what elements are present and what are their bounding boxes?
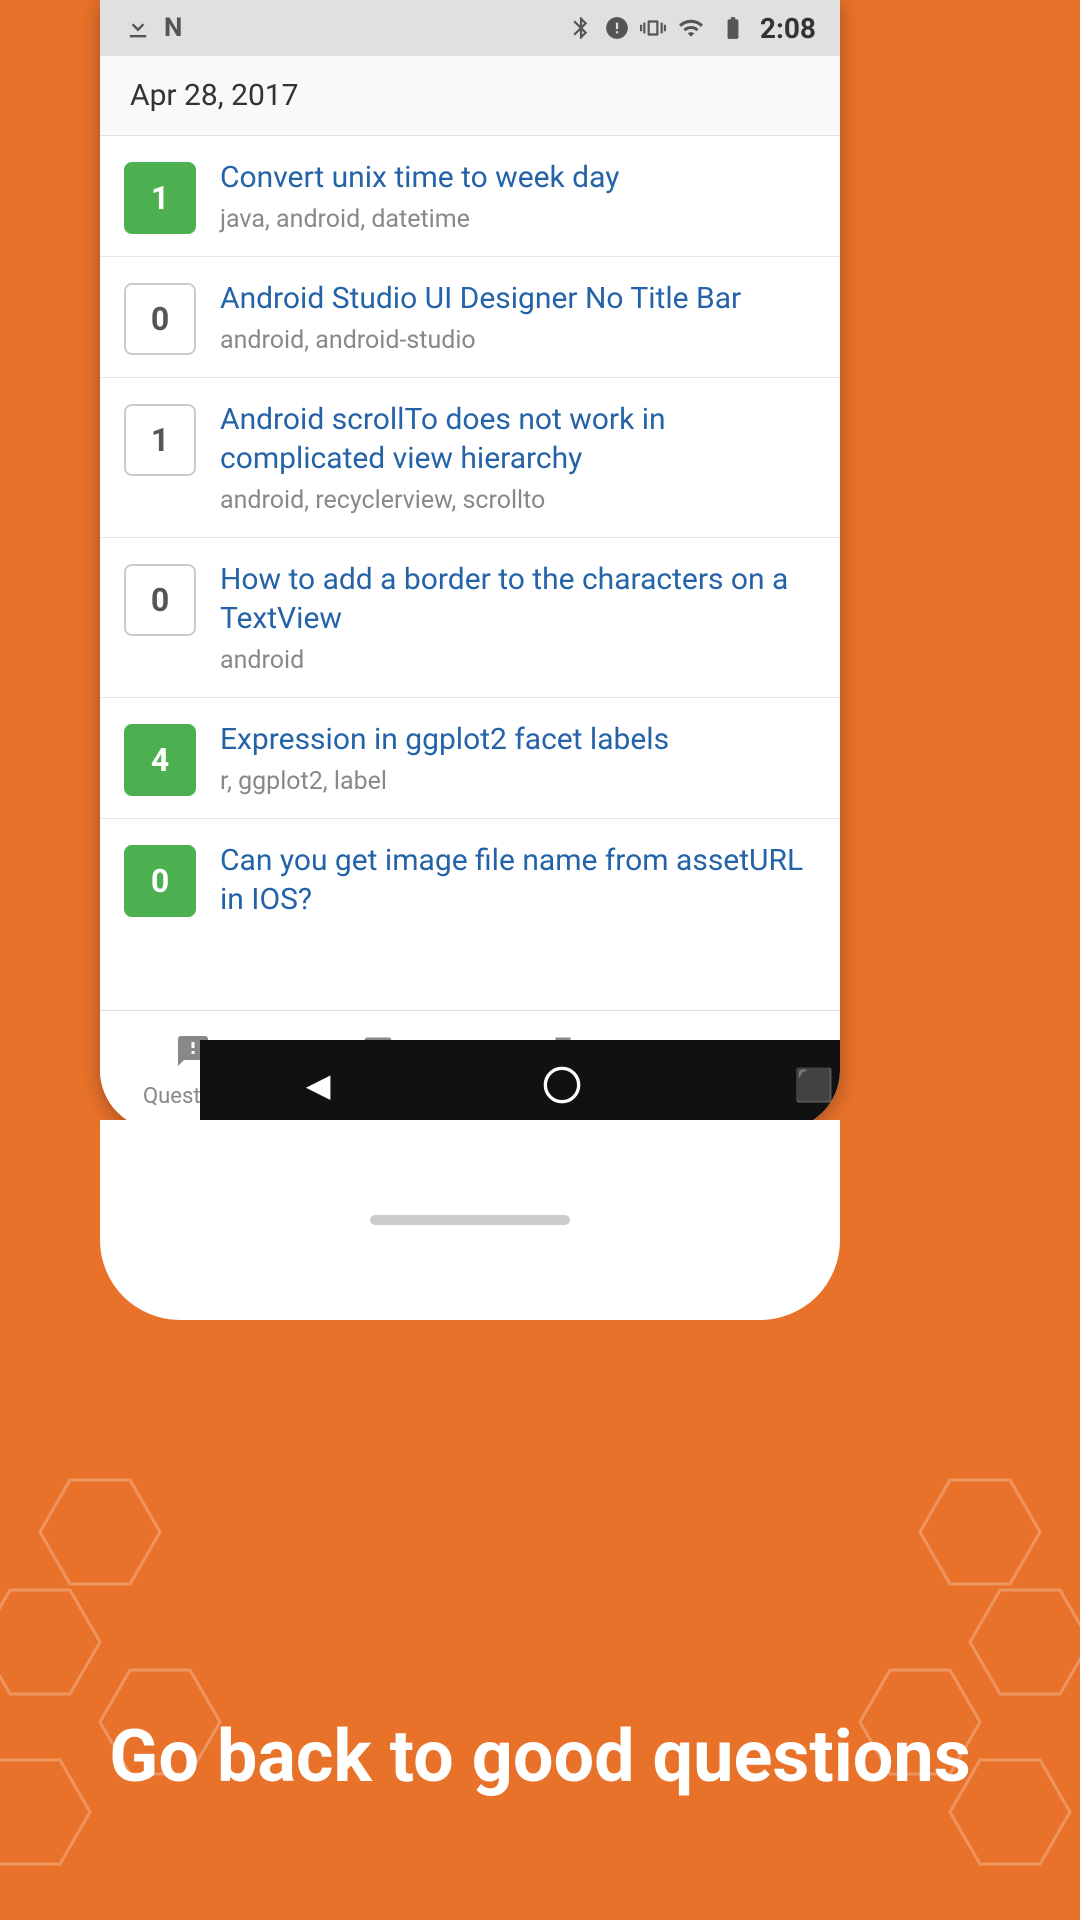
phone-bottom	[100, 1120, 840, 1320]
android-nav-bar: ◀ ⬛	[200, 1040, 840, 1130]
list-item[interactable]: 0 How to add a border to the characters …	[100, 538, 840, 698]
vote-badge: 1	[124, 404, 196, 476]
vibrate-icon	[640, 15, 666, 41]
mute-icon	[604, 15, 630, 41]
item-content: Android scrollTo does not work in compli…	[220, 400, 816, 515]
item-content: Convert unix time to week day java, andr…	[220, 158, 816, 234]
list-item[interactable]: 0 Can you get image file name from asset…	[100, 819, 840, 920]
battery-icon	[716, 15, 750, 41]
list-item[interactable]: 4 Expression in ggplot2 facet labels r, …	[100, 698, 840, 819]
item-title: Android Studio UI Designer No Title Bar	[220, 279, 816, 318]
item-content: Expression in ggplot2 facet labels r, gg…	[220, 720, 816, 796]
item-title: Expression in ggplot2 facet labels	[220, 720, 816, 759]
item-title: Convert unix time to week day	[220, 158, 816, 197]
list-item[interactable]: 1 Convert unix time to week day java, an…	[100, 136, 840, 257]
vote-badge: 0	[124, 845, 196, 917]
item-tags: android	[220, 646, 816, 675]
status-icons-left: N	[124, 13, 182, 43]
download-icon	[124, 14, 152, 42]
vote-badge: 4	[124, 724, 196, 796]
item-content: Android Studio UI Designer No Title Bar …	[220, 279, 816, 355]
vote-badge: 1	[124, 162, 196, 234]
vote-badge: 0	[124, 283, 196, 355]
hex-decoration-right	[800, 1470, 1080, 1870]
item-title: Can you get image file name from assetUR…	[220, 841, 816, 919]
item-tags: r, ggplot2, label	[220, 767, 816, 796]
screen-content: Apr 28, 2017 1 Convert unix time to week…	[100, 56, 840, 920]
home-indicator	[370, 1215, 570, 1225]
item-title: Android scrollTo does not work in compli…	[220, 400, 816, 478]
phone-screen: N 2:08 ← Br	[100, 0, 840, 1130]
item-content: How to add a border to the characters on…	[220, 560, 816, 675]
list-item[interactable]: 0 Android Studio UI Designer No Title Ba…	[100, 257, 840, 378]
item-tags: android, android-studio	[220, 326, 816, 355]
status-bar: N 2:08	[100, 0, 840, 56]
history-list: 1 Convert unix time to week day java, an…	[100, 136, 840, 920]
wifi-icon	[676, 15, 706, 41]
nav-recent-button[interactable]: ⬛	[794, 1066, 834, 1104]
list-item[interactable]: 1 Android scrollTo does not work in comp…	[100, 378, 840, 538]
n-icon: N	[164, 13, 182, 43]
nav-home-button[interactable]	[542, 1065, 582, 1105]
vote-badge: 0	[124, 564, 196, 636]
hex-decoration-left	[0, 1470, 280, 1870]
nav-back-button[interactable]: ◀	[306, 1066, 331, 1104]
date-header: Apr 28, 2017	[100, 56, 840, 136]
item-tags: java, android, datetime	[220, 205, 816, 234]
item-title: How to add a border to the characters on…	[220, 560, 816, 638]
status-icons-right: 2:08	[568, 12, 816, 45]
time-display: 2:08	[760, 12, 816, 45]
bluetooth-icon	[568, 15, 594, 41]
item-content: Can you get image file name from assetUR…	[220, 841, 816, 920]
item-tags: android, recyclerview, scrollto	[220, 486, 816, 515]
